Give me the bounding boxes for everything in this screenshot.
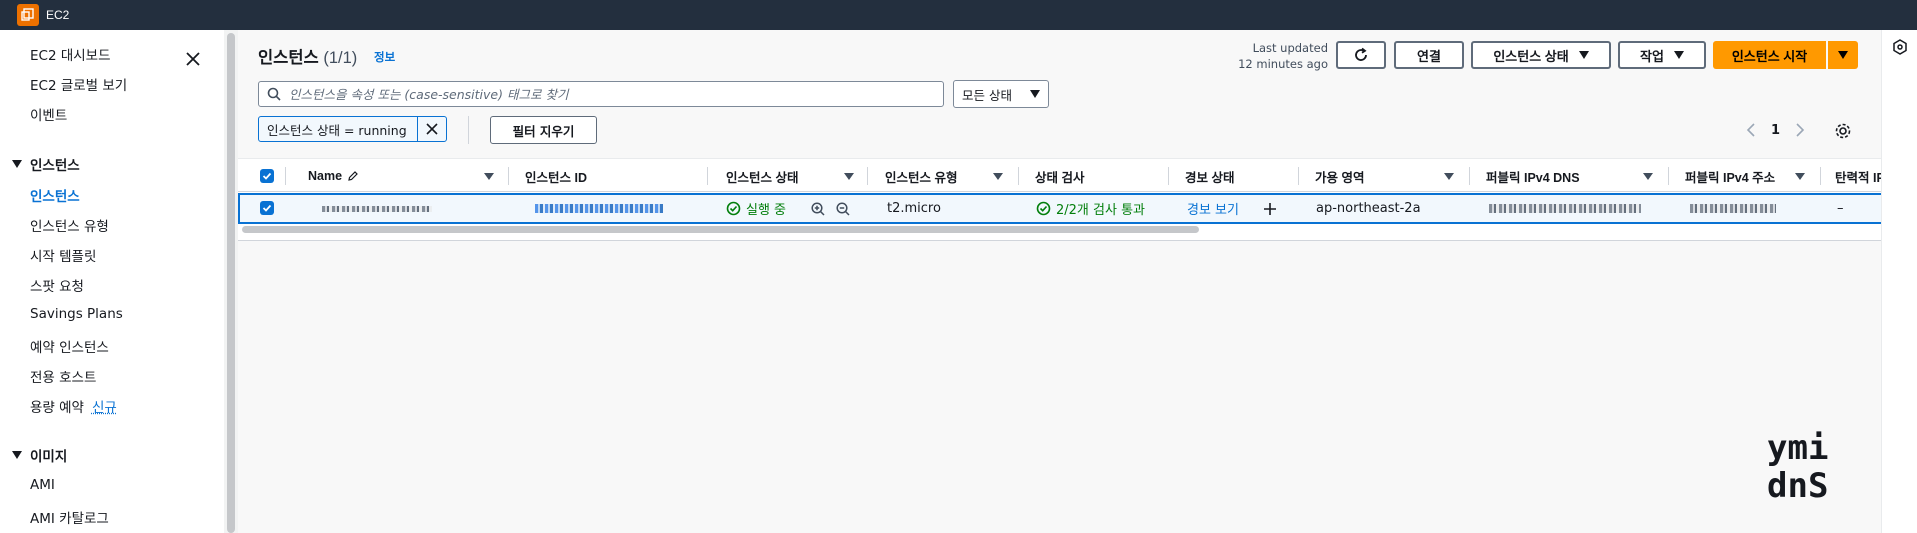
- column-header-availability-zone[interactable]: 가용 영역: [1315, 159, 1364, 193]
- refresh-button[interactable]: [1336, 41, 1386, 69]
- column-header-alarm-status[interactable]: 경보 상태: [1185, 159, 1234, 193]
- sort-icon[interactable]: [484, 173, 494, 180]
- sidebar-item-ami[interactable]: AMI: [30, 477, 55, 493]
- sidebar-item-ec2-dashboard[interactable]: EC2 대시보드: [30, 44, 111, 64]
- main-content: 인스턴스 (1/1) 정보 Last updated 12 minutes ag…: [238, 30, 1881, 533]
- svg-text:ymi: ymi: [1767, 428, 1828, 468]
- column-header-status-check[interactable]: 상태 검사: [1035, 159, 1084, 193]
- search-icon: [267, 87, 281, 101]
- cell-elastic-ip: –: [1837, 201, 1844, 216]
- zoom-out-icon[interactable]: [835, 195, 851, 222]
- check-circle-icon: [1036, 201, 1051, 216]
- column-header-name[interactable]: Name: [308, 159, 359, 193]
- sidebar-section-images[interactable]: 이미지: [12, 445, 67, 465]
- column-header-public-dns[interactable]: 퍼블릭 IPv4 DNS: [1486, 159, 1580, 193]
- close-icon[interactable]: [184, 50, 202, 68]
- cell-status-check: 2/2개 검사 통과: [1036, 195, 1145, 222]
- divider: [238, 240, 1881, 241]
- search-input[interactable]: [289, 86, 929, 102]
- horizontal-scrollbar[interactable]: [242, 226, 1199, 233]
- caret-down-icon: [12, 451, 22, 459]
- cell-instance-type: t2.micro: [887, 201, 941, 216]
- cell-public-dns-redacted: [1489, 195, 1641, 222]
- actions-button[interactable]: 작업: [1618, 41, 1706, 69]
- sidebar-item-events[interactable]: 이벤트: [30, 104, 67, 124]
- sidebar: EC2 대시보드 EC2 글로벌 보기 이벤트 인스턴스 인스턴스 인스턴스 유…: [0, 30, 224, 533]
- ec2-service-icon[interactable]: [17, 4, 39, 26]
- watermark-logo: ymi dnS: [1765, 425, 1885, 506]
- cell-availability-zone: ap-northeast-2a: [1316, 201, 1421, 216]
- info-link[interactable]: 정보: [374, 49, 395, 65]
- sidebar-item-capacity-reservations[interactable]: 용량 예약 신규: [30, 396, 117, 416]
- connect-button[interactable]: 연결: [1394, 41, 1464, 69]
- cell-public-ip-redacted: [1690, 195, 1776, 222]
- filter-token-label[interactable]: 인스턴스 상태 = running: [259, 117, 419, 141]
- help-panel-icon[interactable]: [1892, 39, 1908, 59]
- caret-down-icon: [1673, 51, 1684, 59]
- page-title: 인스턴스 (1/1): [258, 49, 358, 67]
- status-filter-select[interactable]: 모든 상태: [953, 80, 1049, 108]
- sidebar-item-dedicated-hosts[interactable]: 전용 호스트: [30, 366, 96, 386]
- sidebar-item-ec2-global-view[interactable]: EC2 글로벌 보기: [30, 74, 127, 94]
- sort-icon[interactable]: [1643, 173, 1653, 180]
- sort-icon[interactable]: [1795, 173, 1805, 180]
- sidebar-item-instances[interactable]: 인스턴스: [30, 185, 80, 205]
- filter-token: 인스턴스 상태 = running: [258, 116, 447, 142]
- chevron-right-icon[interactable]: [1792, 122, 1806, 138]
- column-header-public-ip[interactable]: 퍼블릭 IPv4 주소: [1685, 159, 1775, 193]
- last-updated: Last updated 12 minutes ago: [1238, 41, 1328, 71]
- cell-instance-id-redacted[interactable]: [535, 195, 663, 222]
- sidebar-item-spot-requests[interactable]: 스팟 요청: [30, 275, 84, 295]
- launch-dropdown-button[interactable]: [1828, 41, 1858, 69]
- column-header-elastic-ip[interactable]: 탄력적 IP: [1835, 159, 1881, 193]
- sidebar-item-instance-types[interactable]: 인스턴스 유형: [30, 215, 109, 235]
- sort-icon[interactable]: [844, 173, 854, 180]
- divider: [468, 116, 469, 144]
- sidebar-item-launch-templates[interactable]: 시작 템플릿: [30, 245, 96, 265]
- caret-down-icon: [1030, 90, 1040, 98]
- table-header: Name 인스턴스 ID 인스턴스 상태 인스턴스 유형 상태 검사 경보 상태…: [238, 158, 1881, 192]
- page-number[interactable]: 1: [1771, 123, 1780, 138]
- refresh-icon: [1355, 47, 1367, 61]
- new-badge: 신규: [91, 400, 117, 416]
- cell-instance-state: 실행 중: [726, 195, 786, 222]
- sort-icon[interactable]: [993, 173, 1003, 180]
- svg-text:dnS: dnS: [1767, 466, 1828, 505]
- row-checkbox[interactable]: [260, 201, 274, 215]
- clear-filters-button[interactable]: 필터 지우기: [490, 116, 597, 144]
- chevron-left-icon[interactable]: [1745, 122, 1759, 138]
- add-alarm-icon[interactable]: [1262, 195, 1278, 222]
- check-circle-icon: [726, 201, 741, 216]
- edit-icon: [348, 171, 358, 181]
- column-header-instance-id[interactable]: 인스턴스 ID: [525, 159, 587, 193]
- sidebar-item-reserved-instances[interactable]: 예약 인스턴스: [30, 336, 109, 356]
- sidebar-section-instances[interactable]: 인스턴스: [12, 154, 80, 174]
- column-header-instance-type[interactable]: 인스턴스 유형: [885, 159, 957, 193]
- sidebar-item-savings-plans[interactable]: Savings Plans: [30, 306, 123, 322]
- sort-icon[interactable]: [1444, 173, 1454, 180]
- sidebar-scrollbar[interactable]: [227, 33, 235, 533]
- search-bar[interactable]: [258, 81, 944, 107]
- table-row[interactable]: 실행 중 t2.micro 2/2개 검사 통과 경보 보기 ap-northe…: [238, 193, 1881, 224]
- cell-name-redacted: [322, 195, 432, 222]
- top-navigation-bar: EC2: [0, 0, 1917, 30]
- column-header-instance-state[interactable]: 인스턴스 상태: [726, 159, 798, 193]
- zoom-in-icon[interactable]: [810, 195, 826, 222]
- right-utility-rail: [1881, 30, 1917, 533]
- caret-down-icon: [1838, 51, 1848, 59]
- sidebar-item-ami-catalog[interactable]: AMI 카탈로그: [30, 507, 109, 527]
- select-all-checkbox[interactable]: [260, 169, 274, 183]
- instance-state-button[interactable]: 인스턴스 상태: [1471, 41, 1611, 69]
- caret-down-icon: [1578, 51, 1589, 59]
- view-alarms-link[interactable]: 경보 보기: [1187, 195, 1239, 222]
- caret-down-icon: [12, 160, 22, 168]
- pagination: 1: [1745, 122, 1806, 138]
- remove-filter-icon[interactable]: [418, 122, 446, 136]
- service-name[interactable]: EC2: [46, 8, 69, 22]
- preferences-gear-icon[interactable]: [1834, 122, 1852, 144]
- launch-instances-button[interactable]: 인스턴스 시작: [1713, 41, 1826, 69]
